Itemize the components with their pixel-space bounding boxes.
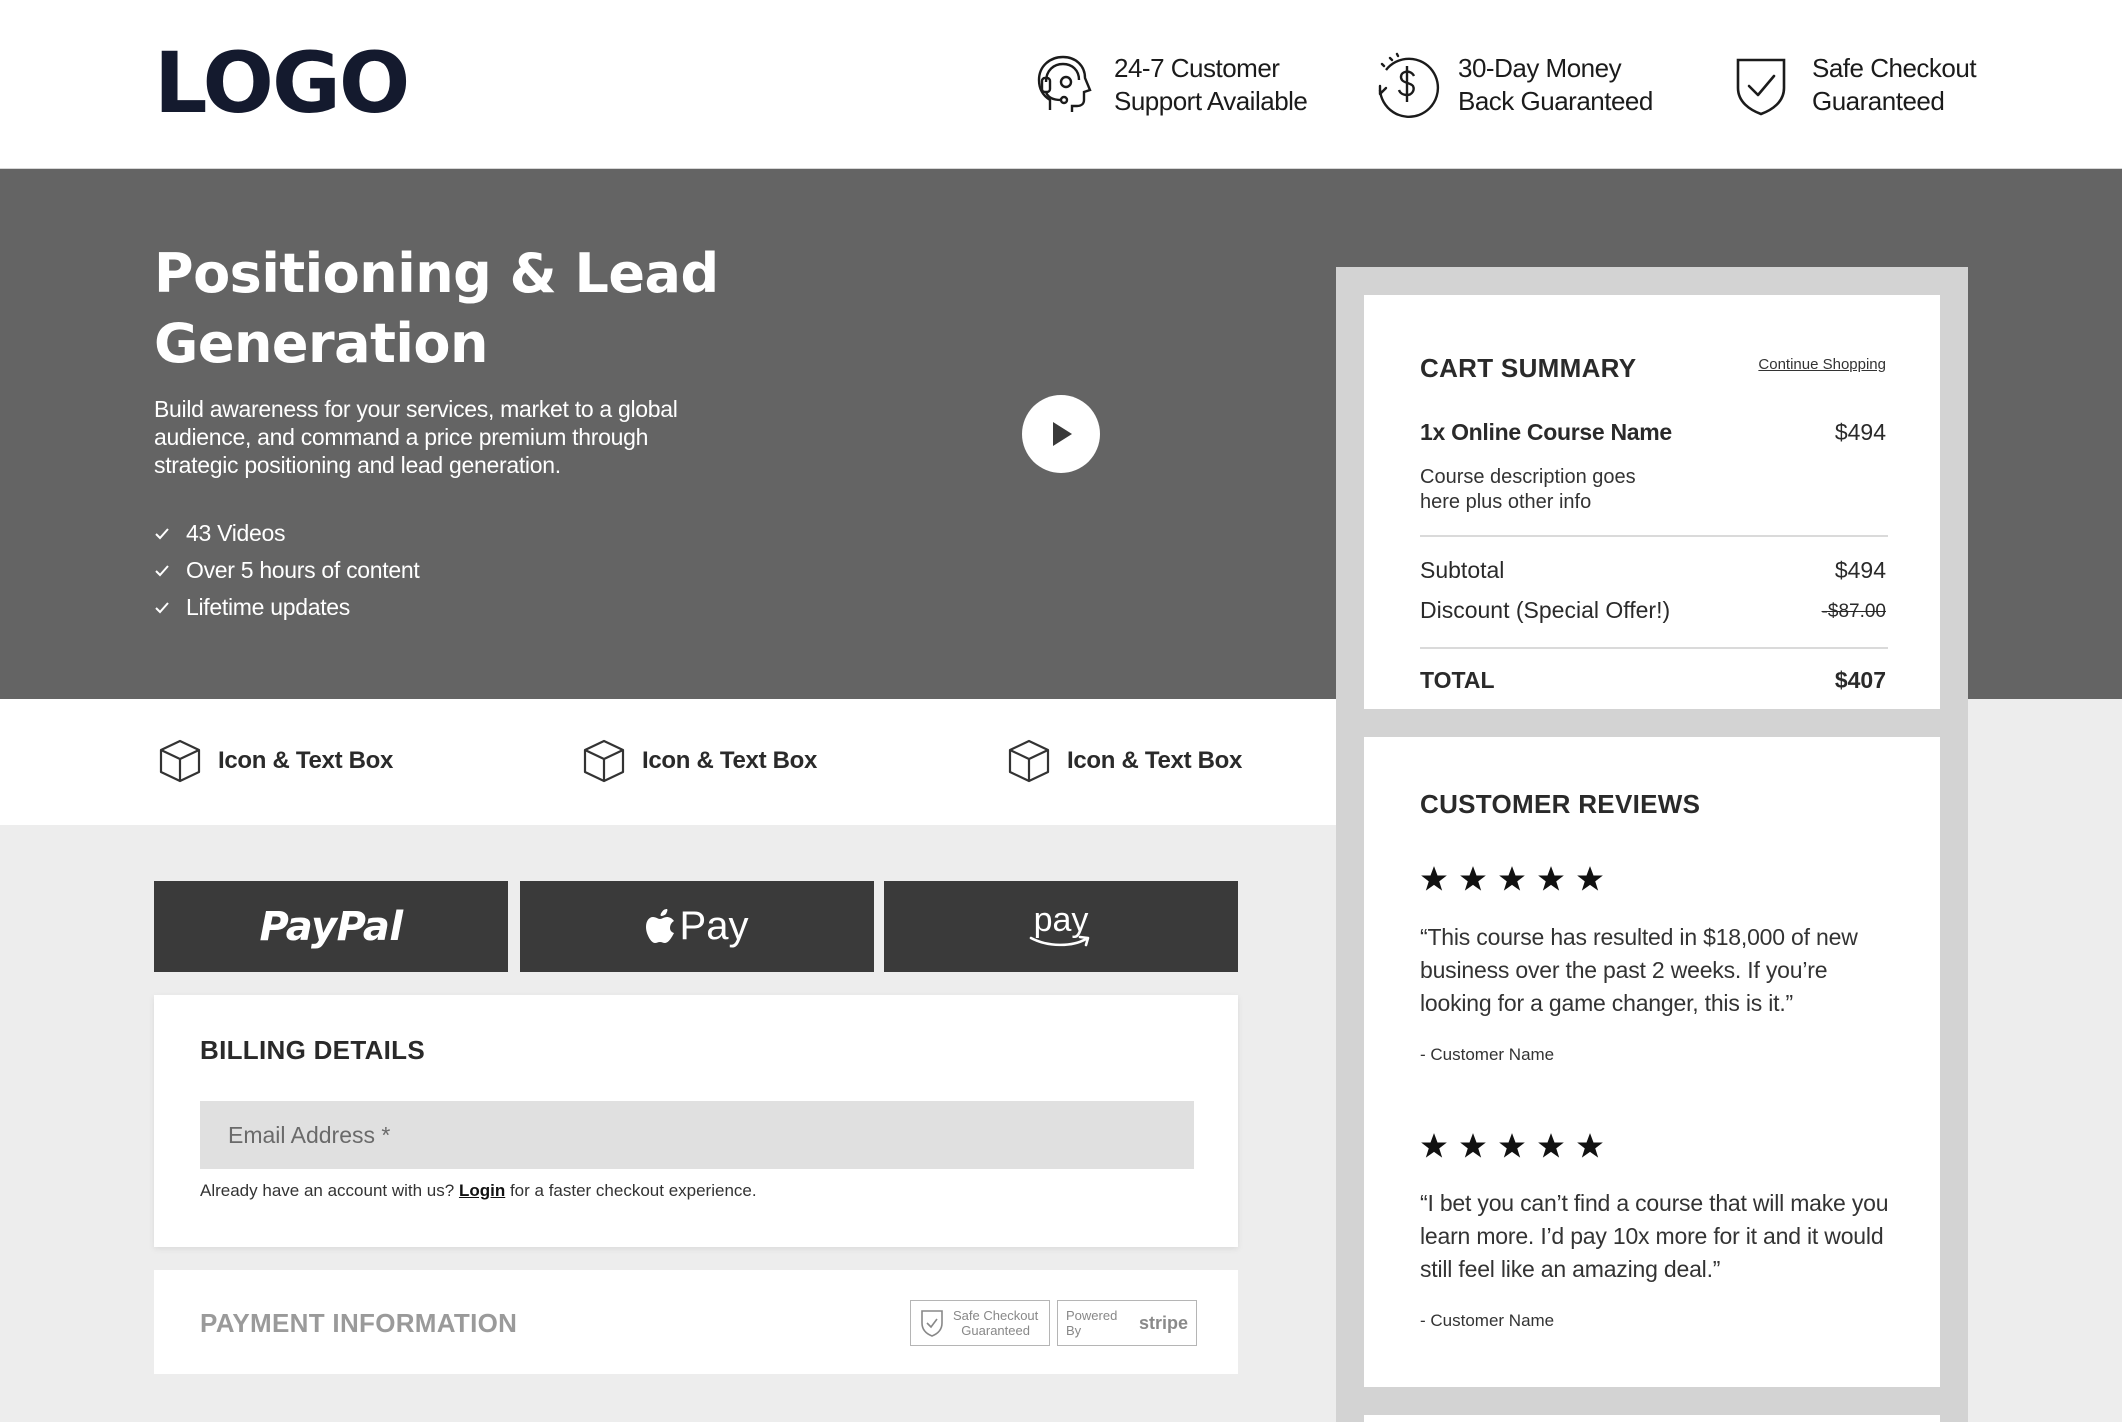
divider: [1420, 647, 1888, 649]
features-row: Icon & Text Box Icon & Text Box Icon & T…: [0, 699, 1336, 825]
total-label: TOTAL: [1420, 667, 1495, 693]
review-quote: “I bet you can’t find a course that will…: [1420, 1190, 1889, 1282]
subtotal-label: Subtotal: [1420, 557, 1505, 583]
amazon-pay-label: pay: [1033, 900, 1089, 939]
headset-icon: [1037, 55, 1092, 112]
box-icon: [583, 739, 625, 783]
cart-summary-card: CART SUMMARY Continue Shopping 1x Online…: [1364, 295, 1940, 709]
stripe-logo: stripe: [1138, 1312, 1188, 1333]
payment-information-card: PAYMENT INFORMATION Safe Checkout Guaran…: [154, 1270, 1238, 1374]
safe-checkout-badge-text: Safe Checkout Guaranteed: [1812, 53, 1977, 116]
next-sidebar-card: [1364, 1415, 1940, 1422]
review-quote: “This course has resulted in $18,000 of …: [1420, 924, 1858, 1016]
total-value: $407: [1834, 667, 1886, 693]
star-icon: [1577, 866, 1603, 891]
site-header: LOGO 24-7 Customer Support Available 30-…: [0, 0, 2122, 169]
hero-description: Build awareness for your services, marke…: [154, 396, 678, 478]
cart-title: CART SUMMARY: [1420, 353, 1637, 383]
powered-by-text: Powered By: [1066, 1308, 1118, 1338]
star-icon: [1499, 1133, 1525, 1158]
star-icon: [1421, 866, 1447, 891]
support-badge-text: 24-7 Customer Support Available: [1114, 53, 1308, 116]
amazon-pay-content: pay: [1028, 900, 1094, 949]
powered-by-stripe-seal: Powered By stripe: [1057, 1300, 1197, 1346]
apple-pay-content: Pay: [645, 904, 749, 949]
billing-details-card: BILLING DETAILS Already have an account …: [154, 995, 1238, 1247]
feature-label: Icon & Text Box: [642, 747, 818, 774]
star-icon: [1538, 866, 1564, 891]
play-icon: [1053, 422, 1072, 446]
feature-label: Icon & Text Box: [218, 747, 394, 774]
review-author: - Customer Name: [1420, 1311, 1555, 1330]
paypal-label: PayPal: [259, 903, 403, 950]
account-prompt-prefix: Already have an account with us?: [200, 1181, 455, 1200]
bullet-text: Lifetime updates: [186, 594, 350, 620]
safe-checkout-seal: Safe Checkout Guaranteed: [910, 1300, 1050, 1346]
order-sidebar: CART SUMMARY Continue Shopping 1x Online…: [1336, 267, 1968, 1422]
checkmark-icon: [155, 527, 169, 539]
divider: [1420, 535, 1888, 537]
discount-value: -$87.00: [1821, 601, 1886, 622]
shield-check-icon: [921, 1310, 943, 1337]
cart-item-price: $494: [1834, 419, 1886, 445]
star-rating: [1420, 865, 1604, 893]
discount-label: Discount (Special Offer!): [1420, 597, 1671, 623]
star-icon: [1460, 1133, 1486, 1158]
money-back-icon: [1378, 52, 1440, 118]
star-icon: [1460, 866, 1486, 891]
reviews-title: CUSTOMER REVIEWS: [1420, 789, 1701, 819]
star-icon: [1421, 1133, 1447, 1158]
feature-box: Icon & Text Box: [156, 733, 393, 789]
video-play-button[interactable]: [1022, 395, 1100, 473]
account-prompt-suffix: for a faster checkout experience.: [509, 1181, 757, 1200]
shield-check-icon: [1736, 58, 1786, 116]
apple-icon: [645, 908, 674, 943]
payment-title: PAYMENT INFORMATION: [200, 1308, 518, 1338]
star-icon: [1538, 1133, 1564, 1158]
apple-pay-button[interactable]: Pay: [520, 881, 874, 972]
money-back-badge-text: 30-Day Money Back Guaranteed: [1458, 53, 1653, 116]
star-rating: [1420, 1132, 1604, 1160]
paypal-button[interactable]: PayPal: [154, 881, 508, 972]
feature-box: Icon & Text Box: [1005, 733, 1242, 789]
account-prompt: Already have an account with us? Login f…: [200, 1181, 757, 1201]
login-link[interactable]: Login: [459, 1181, 505, 1200]
list-item: Lifetime updates: [154, 589, 419, 626]
continue-shopping-link[interactable]: Continue Shopping: [1758, 356, 1886, 373]
hero-bullet-list: 43 Videos Over 5 hours of content Lifeti…: [154, 515, 420, 626]
checkmark-icon: [155, 601, 169, 613]
safe-checkout-badge: Safe Checkout Guaranteed: [1726, 46, 1977, 124]
checkmark-icon: [155, 564, 169, 576]
bullet-text: 43 Videos: [186, 520, 286, 546]
list-item: 43 Videos: [154, 515, 419, 552]
email-field[interactable]: [200, 1101, 1194, 1169]
feature-label: Icon & Text Box: [1067, 747, 1243, 774]
box-icon: [159, 739, 201, 783]
logo[interactable]: LOGO: [154, 36, 410, 130]
customer-reviews-card: CUSTOMER REVIEWS “This course has result…: [1364, 737, 1940, 1387]
star-icon: [1499, 866, 1525, 891]
page-title: Positioning & Lead Generation: [154, 242, 719, 375]
billing-title: BILLING DETAILS: [200, 1035, 426, 1065]
list-item: Over 5 hours of content: [154, 552, 420, 589]
cart-item-description: Course description goes here plus other …: [1420, 466, 1636, 513]
safe-checkout-seal-text: Safe Checkout Guaranteed: [953, 1308, 1039, 1338]
amazon-pay-button[interactable]: pay: [884, 881, 1238, 972]
apple-pay-label: Pay: [679, 904, 749, 948]
star-icon: [1577, 1133, 1603, 1158]
amazon-smile-icon: [1029, 935, 1090, 946]
money-back-badge: 30-Day Money Back Guaranteed: [1372, 46, 1653, 124]
support-badge: 24-7 Customer Support Available: [1028, 46, 1308, 124]
review-author: - Customer Name: [1420, 1045, 1555, 1064]
cart-item-name: 1x Online Course Name: [1420, 419, 1672, 445]
bullet-text: Over 5 hours of content: [186, 557, 420, 583]
feature-box: Icon & Text Box: [580, 733, 817, 789]
subtotal-value: $494: [1834, 557, 1886, 583]
box-icon: [1008, 739, 1050, 783]
